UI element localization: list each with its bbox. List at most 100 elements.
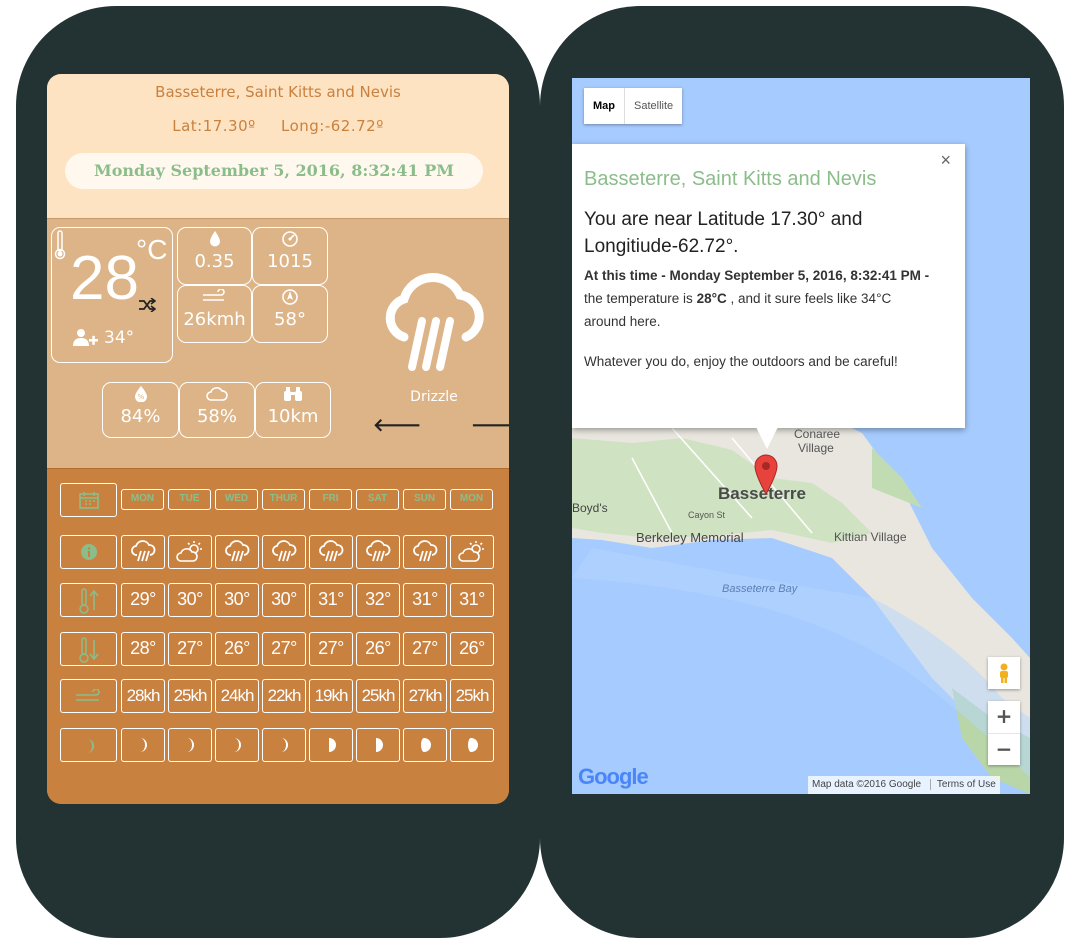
forecast-low-temp: 26° <box>215 632 259 666</box>
pressure: 1015 <box>252 231 328 272</box>
forecast-low-temp: 27° <box>262 632 306 666</box>
forecast-high-temp-value: 30° <box>271 589 297 609</box>
forecast-day-header: TUE <box>168 489 211 510</box>
forecast-wind: 25kh <box>356 679 400 713</box>
forecast-wind-value: 25kh <box>361 686 396 705</box>
forecast-high-temp-value: 31° <box>318 589 344 609</box>
forecast-low-temp-value: 26° <box>459 638 485 658</box>
forecast-high-temp: 31° <box>450 583 494 617</box>
current-conditions: 28 °C 34° 0.35 1015 26kmh 58° % 84% 58% … <box>47 218 509 469</box>
calendar-row-icon <box>60 483 117 517</box>
forecast-high-temp: 32° <box>356 583 400 617</box>
prev-arrow-icon[interactable]: 🡐 <box>373 415 421 436</box>
first-quarter-moon-icon <box>371 737 385 758</box>
forecast-day-header: THUR <box>262 489 305 510</box>
forecast-high-temp: 30° <box>168 583 212 617</box>
visibility-value: 10km <box>267 406 319 427</box>
attribution-text: Map data ©2016 Google <box>812 779 922 790</box>
info-window-tail <box>756 427 778 449</box>
forecast-high-temp-value: 31° <box>412 589 438 609</box>
thermometer-icon <box>54 230 66 260</box>
high-temp-row-icon <box>60 583 117 617</box>
location-name: Basseterre, Saint Kitts and Nevis <box>155 83 401 101</box>
map-marker-icon[interactable] <box>753 453 779 495</box>
forecast-low-temp-value: 27° <box>412 638 438 658</box>
temp-down-icon <box>79 637 99 663</box>
info-coordinates: You are near Latitude 17.30° and Longiti… <box>584 209 863 257</box>
place-basseterre-bay: Basseterre Bay <box>722 583 798 595</box>
humidity-value: 84% <box>120 406 161 427</box>
forecast-day-header: MON <box>450 489 493 510</box>
condition-label: Drizzle <box>410 389 458 405</box>
drizzle-icon <box>224 540 250 569</box>
coordinates: Lat:17.30º Long:-62.72º <box>47 117 509 135</box>
close-icon[interactable]: × <box>940 150 951 171</box>
forecast-moon-cell <box>168 728 212 762</box>
forecast-moon-cell <box>262 728 306 762</box>
forecast-grid: MON TUE WED THUR FRI SAT SUN MON 29° 30° 30° 30° 31°… <box>47 468 509 804</box>
forecast-wind: 28kh <box>121 679 165 713</box>
forecast-low-temp: 27° <box>403 632 447 666</box>
place-cayon-st: Cayon St <box>688 510 726 520</box>
forecast-day-header: MON <box>121 489 164 510</box>
partly-cloudy-icon <box>176 540 204 569</box>
forecast-wind-value: 27kh <box>408 686 443 705</box>
drizzle-icon <box>412 540 438 569</box>
forecast-wind-value: 19kh <box>314 686 349 705</box>
forecast-low-temp: 27° <box>168 632 212 666</box>
pegman-button[interactable] <box>988 657 1020 689</box>
waxing-gibbous-moon-icon <box>418 737 432 758</box>
forecast-moon-cell <box>450 728 494 762</box>
forecast-day-header: FRI <box>309 489 352 510</box>
forecast-high-temp-value: 30° <box>224 589 250 609</box>
place-conaree-village: Village <box>798 441 834 455</box>
wind-direction-value: 58° <box>274 309 306 330</box>
waxing-crescent-moon-icon <box>230 737 244 758</box>
zoom-in-button[interactable]: + <box>988 701 1020 734</box>
wind-row-icon <box>60 679 117 713</box>
compass-icon <box>282 289 298 305</box>
wind-row-glyph-icon <box>76 689 100 701</box>
map-type-satellite-button[interactable]: Satellite <box>624 88 682 124</box>
forecast-moon-cell <box>121 728 165 762</box>
forecast-high-temp-value: 30° <box>177 589 203 609</box>
forecast-day-header: SAT <box>356 489 399 510</box>
forecast-wind-value: 24kh <box>220 686 255 705</box>
moon-icon <box>87 739 94 753</box>
map-type-map-button[interactable]: Map <box>584 88 624 124</box>
forecast-low-temp: 27° <box>309 632 353 666</box>
forecast-high-temp-value: 31° <box>459 589 485 609</box>
location-header: Basseterre, Saint Kitts and Nevis Lat:17… <box>47 74 509 218</box>
zoom-out-button[interactable]: − <box>988 734 1020 765</box>
terms-link[interactable]: Terms of Use <box>929 779 996 790</box>
place-kittian-village: Kittian Village <box>834 530 907 544</box>
forecast-high-temp: 31° <box>403 583 447 617</box>
condition-panel: Drizzle <box>369 267 499 405</box>
map-view[interactable]: Map Satellite × Basseterre, Saint Kitts a… <box>572 78 1030 794</box>
forecast-wind-value: 25kh <box>455 686 490 705</box>
forecast-low-temp-value: 27° <box>318 638 344 658</box>
wind-speed: 26kmh <box>177 288 252 330</box>
datetime-display: Monday September 5, 2016, 8:32:41 PM <box>65 153 483 189</box>
map-type-control: Map Satellite <box>584 88 683 124</box>
current-temperature: 28 <box>70 244 139 313</box>
waxing-gibbous-moon-icon <box>465 737 479 758</box>
waxing-crescent-moon-icon <box>136 737 150 758</box>
forecast-condition-cell <box>262 535 306 569</box>
forecast-condition-cell <box>309 535 353 569</box>
temperature-box: 28 °C 34° <box>51 227 173 363</box>
next-arrow-icon[interactable]: 🡒 <box>471 415 509 436</box>
forecast-condition-cell <box>121 535 165 569</box>
forecast-high-temp: 31° <box>309 583 353 617</box>
toggle-units-icon[interactable] <box>138 298 156 312</box>
waxing-crescent-moon-icon <box>183 737 197 758</box>
forecast-wind: 27kh <box>403 679 447 713</box>
forecast-day-header: WED <box>215 489 258 510</box>
longitude: Long:-62.72º <box>281 117 384 135</box>
precipitation-value: 0.35 <box>194 251 235 272</box>
svg-text:%: % <box>137 393 144 401</box>
map-attribution: Map data ©2016 Google Terms of Use <box>808 776 1000 794</box>
weather-card: Basseterre, Saint Kitts and Nevis Lat:17… <box>47 74 509 804</box>
forecast-high-temp: 30° <box>215 583 259 617</box>
humidity: % 84% <box>102 386 179 427</box>
